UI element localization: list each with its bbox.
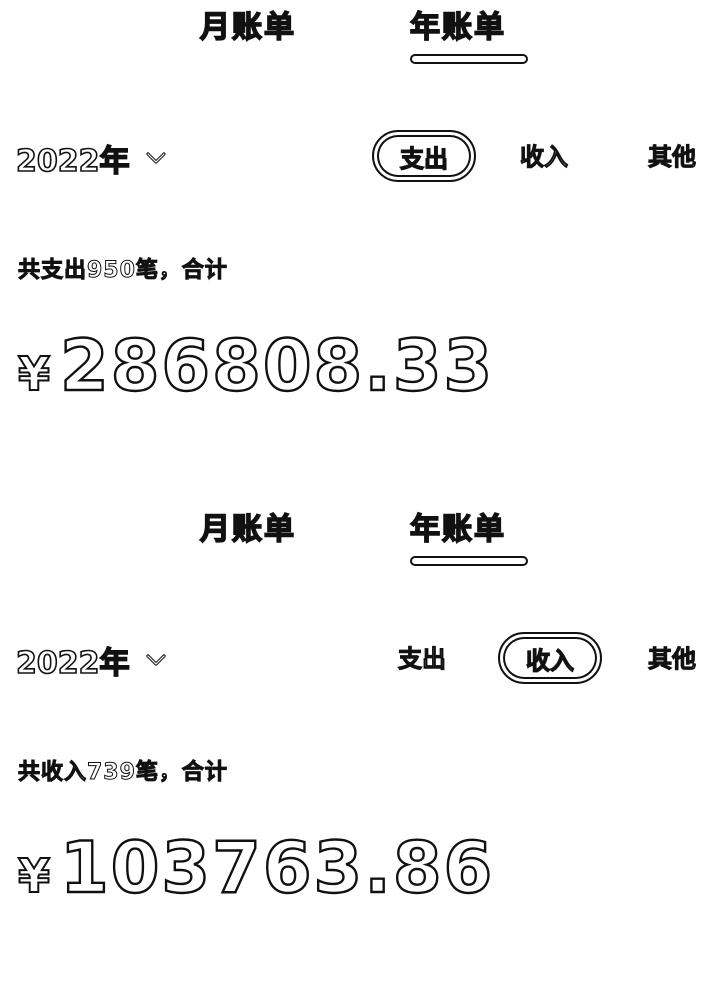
filter-expense-button[interactable]: 支出 xyxy=(372,632,472,680)
amount-value: 286808.33 xyxy=(59,324,495,408)
total-amount: ¥ 286808.33 xyxy=(17,324,495,408)
tab-year-bill[interactable]: 年账单 xyxy=(409,2,506,46)
chevron-down-icon xyxy=(145,654,166,666)
chevron-down-icon xyxy=(145,152,166,164)
tab-year-bill[interactable]: 年账单 xyxy=(409,504,506,548)
filter-income-button[interactable]: 收入 xyxy=(498,632,602,684)
year-selector-label: 2022年 xyxy=(15,143,130,180)
filter-other-button[interactable]: 其他 xyxy=(622,130,720,178)
summary-text: 共收入739笔，合计 xyxy=(18,760,228,786)
tab-month-bill[interactable]: 月账单 xyxy=(199,2,296,46)
tab-month-bill[interactable]: 月账单 xyxy=(199,504,296,548)
active-tab-indicator xyxy=(410,556,528,566)
currency-symbol: ¥ xyxy=(17,848,51,904)
annual-bill-income-panel: 月账单 年账单 2022年 支出 收入 其他 共收入739笔，合计 ¥ 1037… xyxy=(0,502,720,982)
amount-value: 103763.86 xyxy=(59,826,495,910)
year-selector[interactable]: 2022年 xyxy=(15,638,168,682)
filter-expense-button[interactable]: 支出 xyxy=(372,130,476,182)
filter-other-button[interactable]: 其他 xyxy=(622,632,720,680)
year-selector-label: 2022年 xyxy=(15,645,130,682)
currency-symbol: ¥ xyxy=(17,346,51,402)
annual-bill-expense-panel: 月账单 年账单 2022年 支出 收入 其他 共支出950笔，合计 ¥ 2868… xyxy=(0,0,720,480)
active-tab-indicator xyxy=(410,54,528,64)
summary-text: 共支出950笔，合计 xyxy=(18,258,228,284)
total-amount: ¥ 103763.86 xyxy=(17,826,495,910)
year-selector[interactable]: 2022年 xyxy=(15,136,168,180)
filter-income-button[interactable]: 收入 xyxy=(494,130,594,178)
